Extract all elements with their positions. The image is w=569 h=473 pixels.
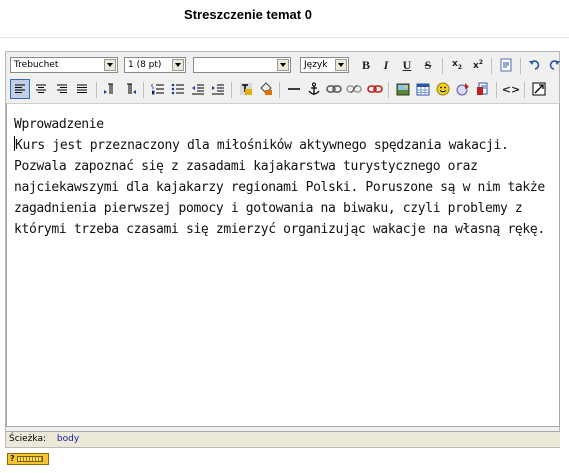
keyboard-help-button[interactable]: ? bbox=[7, 453, 49, 465]
character-map-icon bbox=[456, 83, 469, 96]
align-center-icon bbox=[36, 84, 46, 93]
toolbar-separator bbox=[520, 58, 521, 74]
toolbar-separator bbox=[491, 58, 492, 74]
fullscreen-button[interactable] bbox=[529, 79, 549, 99]
search-replace-button[interactable] bbox=[473, 79, 493, 99]
nolink-icon bbox=[367, 85, 383, 93]
indent-button[interactable] bbox=[208, 79, 228, 99]
chevron-down-icon bbox=[104, 59, 116, 71]
anchor-button[interactable] bbox=[304, 79, 324, 99]
rtl-button[interactable] bbox=[120, 79, 140, 99]
page-title: Streszczenie temat 0 bbox=[184, 7, 312, 22]
fullscreen-icon bbox=[532, 82, 546, 96]
font-family-select[interactable]: Trebuchet bbox=[10, 57, 118, 73]
horizontal-rule-icon bbox=[288, 88, 300, 90]
chevron-down-icon bbox=[172, 59, 184, 71]
chevron-down-icon bbox=[335, 59, 347, 71]
redo-icon bbox=[549, 60, 560, 70]
horizontal-rule-button[interactable] bbox=[284, 79, 304, 99]
right-to-left-icon bbox=[127, 83, 136, 94]
outdent-icon bbox=[192, 84, 204, 95]
search-replace-icon bbox=[477, 82, 488, 95]
font-family-value: Trebuchet bbox=[14, 60, 59, 70]
path-label: Ścieżka: bbox=[9, 434, 47, 444]
editor-content-area[interactable]: Wprowadzenie Kurs jest przeznaczony dla … bbox=[6, 103, 560, 427]
align-right-button[interactable] bbox=[52, 79, 72, 99]
content-heading: Wprowadzenie bbox=[14, 117, 104, 132]
question-icon: ? bbox=[10, 454, 15, 463]
insert-image-button[interactable] bbox=[393, 79, 413, 99]
superscript-button[interactable]: x2 bbox=[468, 55, 488, 75]
toolbar-separator bbox=[96, 82, 97, 98]
language-select[interactable]: Język bbox=[300, 57, 349, 73]
subscript-icon: x2 bbox=[452, 59, 462, 71]
link-icon bbox=[326, 85, 342, 93]
redo-button[interactable] bbox=[544, 55, 564, 75]
text-color-icon bbox=[240, 83, 252, 95]
numbered-list-icon bbox=[151, 84, 164, 95]
path-body-link[interactable]: body bbox=[57, 434, 79, 444]
code-icon: <> bbox=[501, 82, 521, 96]
table-icon bbox=[416, 83, 430, 95]
text-color-button[interactable] bbox=[236, 79, 256, 99]
undo-button[interactable] bbox=[525, 55, 545, 75]
indent-icon bbox=[212, 84, 224, 95]
chevron-down-icon bbox=[277, 59, 289, 71]
italic-button[interactable]: I bbox=[376, 55, 396, 75]
align-left-button[interactable] bbox=[10, 79, 30, 99]
toolbar-separator bbox=[388, 82, 389, 98]
undo-icon bbox=[529, 60, 540, 70]
align-justify-button[interactable] bbox=[72, 79, 92, 99]
underline-icon: U bbox=[402, 57, 412, 72]
align-left-icon bbox=[15, 84, 25, 93]
bullet-list-icon bbox=[171, 83, 184, 95]
superscript-icon: x2 bbox=[473, 59, 483, 71]
html-source-button[interactable]: <> bbox=[501, 79, 521, 99]
align-justify-icon bbox=[77, 84, 87, 93]
toolbar-separator bbox=[231, 82, 232, 98]
unlink-button[interactable] bbox=[344, 79, 364, 99]
left-to-right-icon bbox=[104, 83, 113, 94]
font-size-value: 1 (8 pt) bbox=[128, 60, 162, 70]
divider bbox=[0, 37, 569, 38]
insert-table-button[interactable] bbox=[413, 79, 433, 99]
paint-bucket-icon bbox=[260, 82, 272, 95]
numbered-list-button[interactable] bbox=[148, 79, 168, 99]
language-value: Język bbox=[304, 60, 328, 70]
underline-button[interactable]: U bbox=[397, 55, 417, 75]
no-link-button[interactable] bbox=[365, 79, 385, 99]
paste-word-button[interactable] bbox=[496, 55, 516, 75]
format-select[interactable] bbox=[193, 57, 291, 73]
content-paragraph: Kurs jest przeznaczony dla miłośników ak… bbox=[14, 136, 545, 237]
word-document-icon bbox=[500, 58, 512, 72]
insert-link-button[interactable] bbox=[324, 79, 344, 99]
insert-smiley-button[interactable] bbox=[433, 79, 453, 99]
keyboard-icon bbox=[16, 456, 43, 462]
toolbar-separator bbox=[524, 82, 525, 98]
bold-button[interactable]: B bbox=[356, 55, 376, 75]
toolbar-separator bbox=[143, 82, 144, 98]
strikethrough-button[interactable]: S bbox=[418, 55, 438, 75]
bullet-list-button[interactable] bbox=[168, 79, 188, 99]
strikethrough-icon: S bbox=[424, 57, 432, 72]
anchor-icon bbox=[308, 82, 320, 95]
subscript-button[interactable]: x2 bbox=[447, 55, 467, 75]
image-icon bbox=[396, 83, 410, 95]
toolbar-separator bbox=[496, 82, 497, 98]
insert-character-button[interactable] bbox=[453, 79, 473, 99]
ltr-button[interactable] bbox=[100, 79, 120, 99]
font-size-select[interactable]: 1 (8 pt) bbox=[124, 57, 186, 73]
align-center-button[interactable] bbox=[31, 79, 51, 99]
outdent-button[interactable] bbox=[188, 79, 208, 99]
status-bar: Ścieżka: body bbox=[6, 431, 560, 447]
toolbar-separator bbox=[442, 58, 443, 74]
align-right-icon bbox=[57, 84, 67, 93]
unlink-icon bbox=[346, 84, 362, 94]
italic-icon: I bbox=[383, 57, 389, 72]
bold-icon: B bbox=[361, 57, 370, 72]
toolbar-separator bbox=[279, 82, 280, 98]
smiley-icon bbox=[436, 82, 450, 96]
background-color-button[interactable] bbox=[256, 79, 276, 99]
